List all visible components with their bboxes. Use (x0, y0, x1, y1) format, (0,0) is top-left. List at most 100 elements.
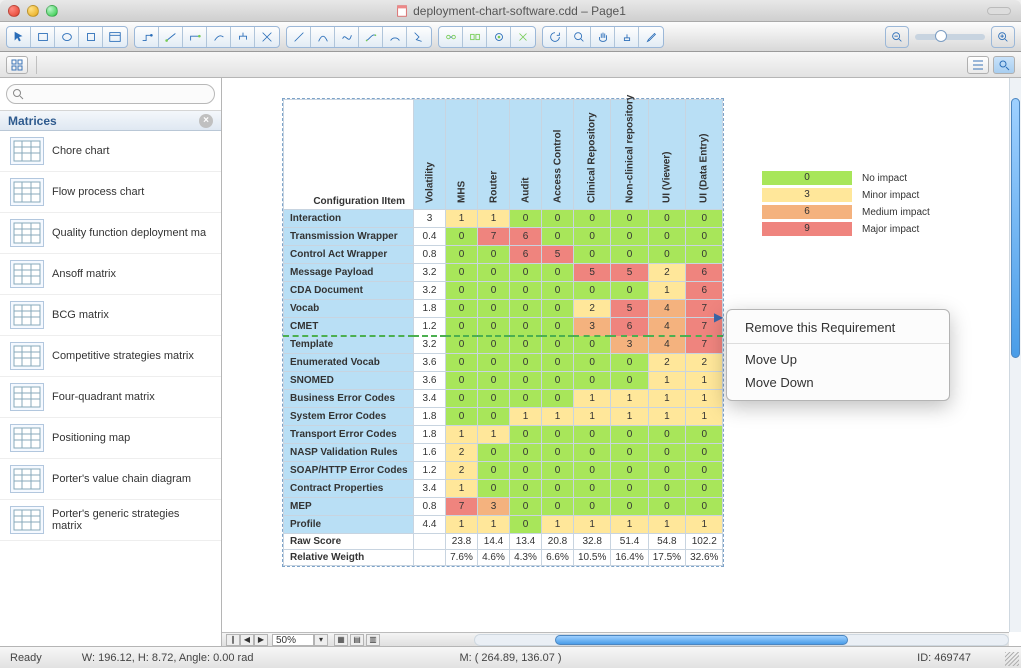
matrix-cell[interactable]: 0 (478, 336, 510, 354)
matrix-cell[interactable]: 0 (446, 228, 478, 246)
matrix-cell[interactable]: 6 (510, 246, 542, 264)
matrix-cell[interactable]: 0 (510, 318, 542, 336)
matrix-cell[interactable]: 1 (542, 408, 574, 426)
matrix-cell[interactable]: 0 (542, 318, 574, 336)
matrix-cell[interactable]: 0 (478, 264, 510, 282)
deployment-matrix[interactable]: Configuration IItemVolatilityMHSRouterAu… (282, 98, 724, 567)
matrix-cell[interactable]: 3 (574, 318, 611, 336)
matrix-cell[interactable]: 0 (648, 228, 685, 246)
matrix-cell[interactable]: 0 (686, 210, 723, 228)
canvas[interactable]: Configuration IItemVolatilityMHSRouterAu… (222, 78, 1009, 632)
matrix-cell[interactable]: 3 (478, 498, 510, 516)
matrix-col-header[interactable]: UI (Data Entry) (686, 100, 723, 210)
matrix-cell[interactable]: 0 (574, 336, 611, 354)
matrix-cell[interactable]: 0 (510, 372, 542, 390)
chain-tool-4[interactable] (511, 26, 535, 48)
spline-tool[interactable] (335, 26, 359, 48)
sidebar-item-9[interactable]: Porter's generic strategies matrix (0, 500, 221, 541)
matrix-cell[interactable]: 1 (446, 426, 478, 444)
arc-tool[interactable] (311, 26, 335, 48)
rect-tool[interactable] (31, 26, 55, 48)
matrix-cell[interactable]: 0 (542, 336, 574, 354)
matrix-cell[interactable]: 0 (648, 210, 685, 228)
matrix-cell[interactable]: 0 (611, 210, 648, 228)
matrix-cell[interactable]: 5 (611, 300, 648, 318)
matrix-cell[interactable]: 0 (510, 444, 542, 462)
matrix-cell[interactable]: 0 (446, 390, 478, 408)
matrix-cell[interactable]: 0 (574, 282, 611, 300)
matrix-cell[interactable]: 1 (611, 390, 648, 408)
curve-tool[interactable] (383, 26, 407, 48)
matrix-cell[interactable]: 0 (542, 264, 574, 282)
matrix-row-header[interactable]: Vocab (284, 300, 414, 318)
matrix-cell[interactable]: 0 (611, 462, 648, 480)
matrix-row-header[interactable]: Transmission Wrapper (284, 228, 414, 246)
line-tool[interactable] (287, 26, 311, 48)
hand-tool[interactable] (591, 26, 615, 48)
resize-grip[interactable] (1005, 652, 1019, 666)
matrix-cell[interactable]: 1 (686, 372, 723, 390)
matrix-cell[interactable]: 1 (686, 516, 723, 534)
zoom-percent-field[interactable]: 50% (272, 634, 314, 646)
round-connector-tool[interactable] (207, 26, 231, 48)
matrix-cell[interactable]: 0 (542, 390, 574, 408)
matrix-cell[interactable]: 0 (574, 228, 611, 246)
matrix-cell[interactable]: 0 (446, 246, 478, 264)
matrix-cell[interactable]: 3 (611, 336, 648, 354)
view-mode-3[interactable]: ▥ (366, 634, 380, 646)
matrix-cell[interactable]: 0 (478, 408, 510, 426)
matrix-cell[interactable]: 1 (446, 516, 478, 534)
matrix-cell[interactable]: 0 (542, 354, 574, 372)
matrix-cell[interactable]: 0 (510, 462, 542, 480)
matrix-cell[interactable]: 0 (446, 300, 478, 318)
matrix-cell[interactable]: 0 (510, 480, 542, 498)
search-input[interactable] (6, 84, 215, 104)
matrix-cell[interactable]: 0 (648, 498, 685, 516)
matrix-cell[interactable]: 0 (574, 426, 611, 444)
matrix-cell[interactable]: 0 (542, 498, 574, 516)
matrix-cell[interactable]: 0 (446, 282, 478, 300)
page-next-button[interactable]: ▶ (254, 634, 268, 646)
chain-tool-3[interactable] (487, 26, 511, 48)
matrix-row-header[interactable]: MEP (284, 498, 414, 516)
matrix-cell[interactable]: 0 (574, 372, 611, 390)
matrix-cell[interactable]: 0 (611, 498, 648, 516)
matrix-cell[interactable]: 5 (611, 264, 648, 282)
matrix-cell[interactable]: 2 (648, 264, 685, 282)
matrix-col-header[interactable]: Router (478, 100, 510, 210)
matrix-cell[interactable]: 0 (611, 282, 648, 300)
matrix-cell[interactable]: 0 (686, 498, 723, 516)
zoom-dropdown[interactable]: ▾ (314, 634, 328, 646)
matrix-cell[interactable]: 2 (446, 462, 478, 480)
path-tool[interactable] (407, 26, 431, 48)
matrix-cell[interactable]: 0 (686, 228, 723, 246)
matrix-cell[interactable]: 2 (648, 354, 685, 372)
multi-connector-tool[interactable] (255, 26, 279, 48)
matrix-cell[interactable]: 0 (510, 282, 542, 300)
matrix-col-header[interactable]: MHS (446, 100, 478, 210)
matrix-cell[interactable]: 0 (478, 462, 510, 480)
tree-connector-tool[interactable] (231, 26, 255, 48)
matrix-cell[interactable]: 2 (446, 444, 478, 462)
matrix-cell[interactable]: 0 (542, 210, 574, 228)
matrix-cell[interactable]: 0 (648, 462, 685, 480)
matrix-cell[interactable]: 0 (574, 246, 611, 264)
matrix-cell[interactable]: 0 (574, 444, 611, 462)
eyedropper-tool[interactable] (639, 26, 663, 48)
matrix-cell[interactable]: 1 (478, 210, 510, 228)
matrix-cell[interactable]: 0 (686, 444, 723, 462)
matrix-cell[interactable]: 1 (510, 408, 542, 426)
matrix-cell[interactable]: 0 (542, 462, 574, 480)
matrix-row-header[interactable]: Profile (284, 516, 414, 534)
matrix-cell[interactable]: 0 (611, 480, 648, 498)
vertical-scrollbar[interactable] (1009, 78, 1021, 632)
sidebar-item-8[interactable]: Porter's value chain diagram (0, 459, 221, 500)
matrix-cell[interactable]: 0 (648, 444, 685, 462)
matrix-cell[interactable]: 0 (478, 300, 510, 318)
close-panel-button[interactable]: × (199, 114, 213, 128)
matrix-cell[interactable]: 4 (648, 318, 685, 336)
context-move-down[interactable]: Move Down (727, 371, 949, 394)
matrix-cell[interactable]: 0 (611, 246, 648, 264)
matrix-col-header[interactable]: Non-clinical repository (611, 100, 648, 210)
matrix-col-header[interactable]: Access Control (542, 100, 574, 210)
